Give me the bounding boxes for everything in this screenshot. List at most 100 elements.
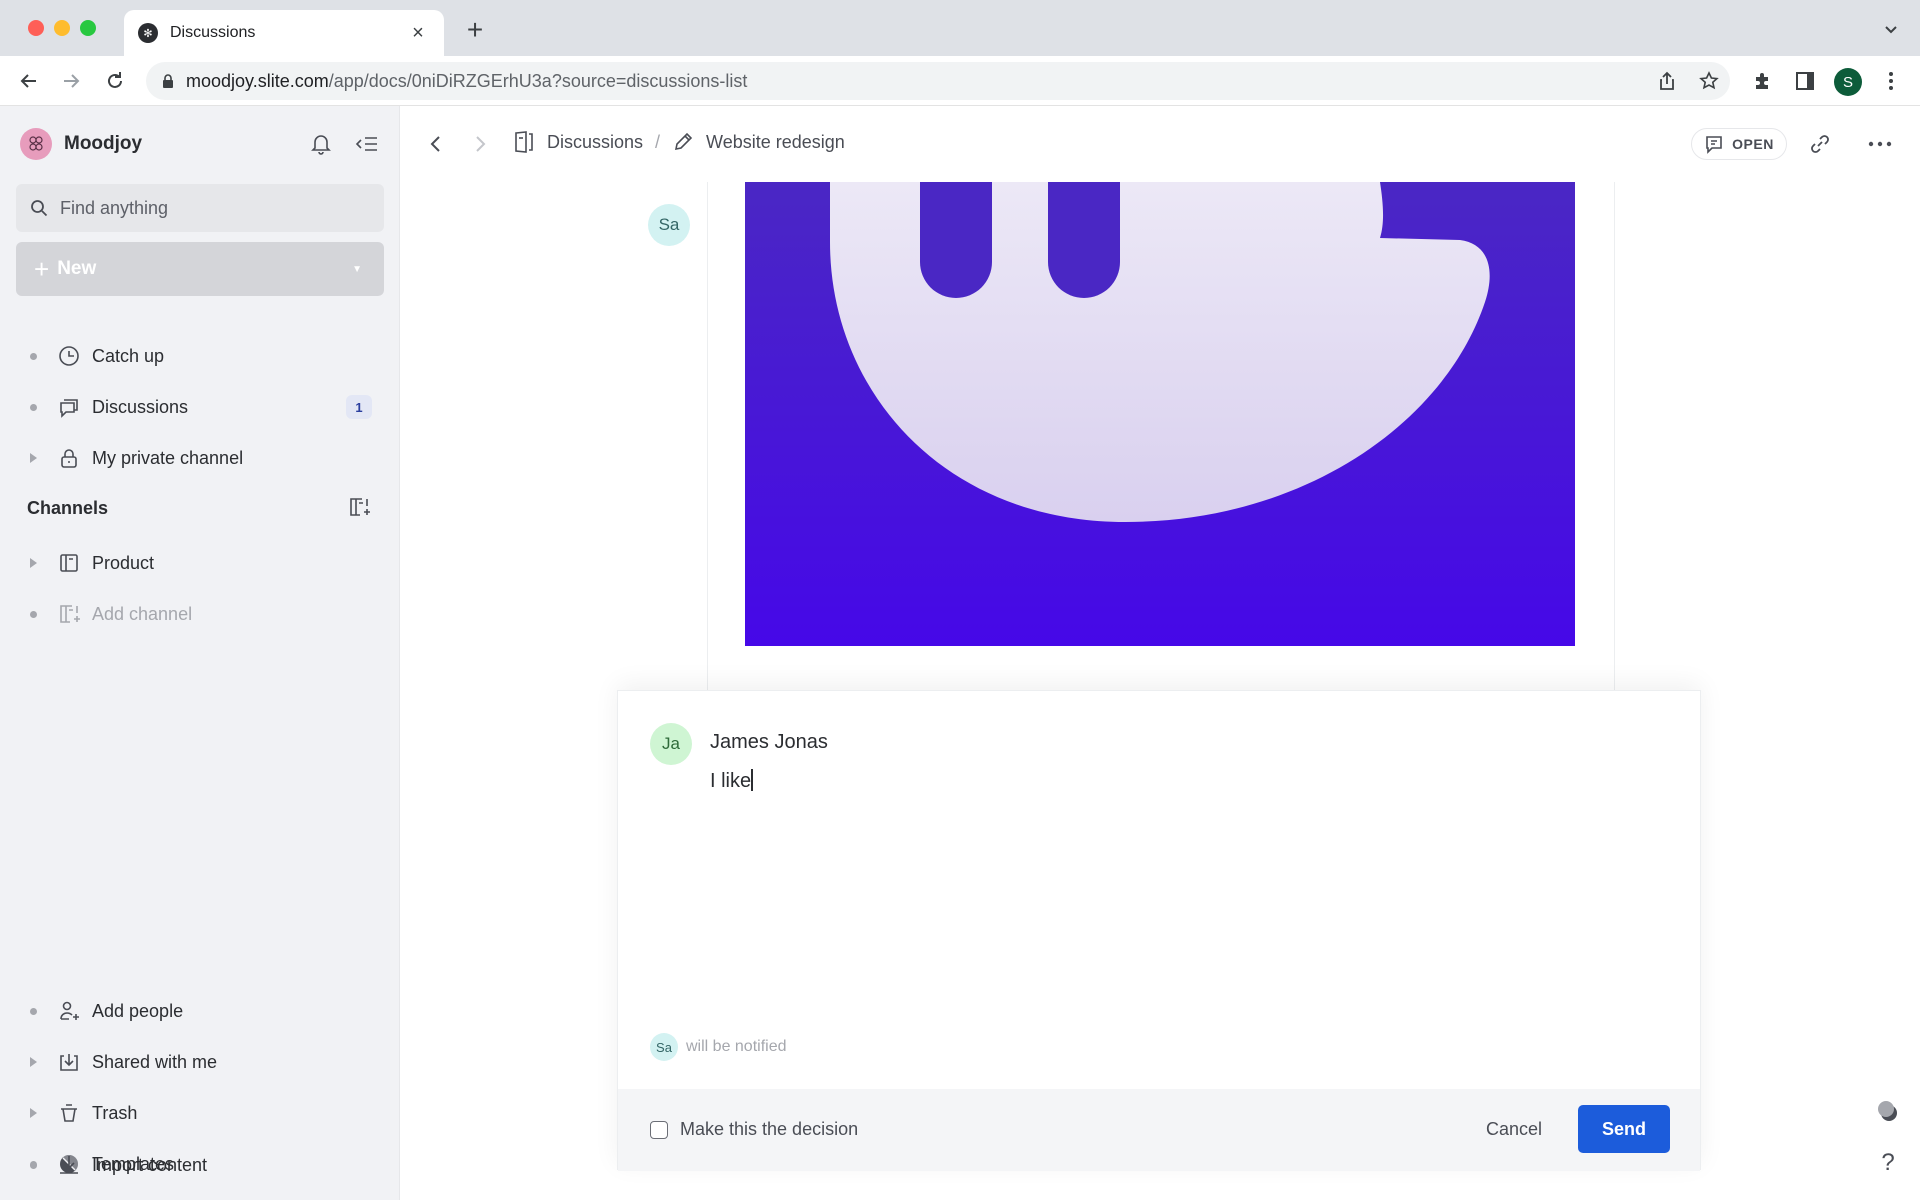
add-channel-icon	[56, 601, 82, 627]
slite-app: Moodjoy Find anything + New ▼ Catch up D…	[0, 106, 1920, 1200]
collapse-sidebar-icon[interactable]	[354, 131, 380, 157]
browser-tab-bar: ✻ Discussions × +	[0, 0, 1920, 56]
sidebar-item-trash[interactable]: Trash	[24, 1093, 380, 1133]
discussions-icon	[56, 394, 82, 420]
workspace-header: Moodjoy	[20, 126, 380, 162]
dropdown-caret-icon[interactable]: ▼	[352, 264, 362, 275]
document-topbar: Discussions / Website redesign OPEN	[401, 106, 1920, 182]
workspace-logo[interactable]	[20, 128, 52, 160]
side-panel-icon[interactable]	[1792, 68, 1818, 94]
lock-icon	[163, 74, 173, 88]
sidebar-item-label: Add people	[92, 1000, 184, 1021]
tab-search-chevron-icon[interactable]	[1882, 20, 1900, 38]
sidebar-item-label: Add channel	[92, 603, 193, 624]
add-person-icon	[56, 998, 82, 1024]
trash-icon	[56, 1100, 82, 1126]
sidebar-item-label: My private channel	[92, 447, 244, 468]
window-minimize-button[interactable]	[54, 20, 70, 36]
url-text: moodjoy.slite.com/app/docs/0niDiRZGErhU3…	[186, 71, 747, 92]
notify-text: will be notified	[686, 1038, 787, 1055]
attached-image[interactable]	[745, 182, 1575, 646]
sidebar-item-label: Trash	[92, 1102, 138, 1123]
bullet-dot	[24, 352, 42, 360]
import-icon	[56, 1152, 82, 1178]
notify-hint: Sa will be notified	[650, 1033, 787, 1061]
browser-tab-discussions[interactable]: ✻ Discussions ×	[124, 10, 444, 56]
pencil-icon	[672, 131, 694, 153]
address-bar[interactable]: moodjoy.slite.com/app/docs/0niDiRZGErhU3…	[146, 62, 1730, 100]
breadcrumb-discussions[interactable]: Discussions	[547, 132, 643, 153]
ghost-logo-illustration	[830, 182, 1490, 522]
send-button[interactable]: Send	[1578, 1105, 1670, 1153]
breadcrumb-current-doc[interactable]: Website redesign	[706, 132, 845, 153]
discussion-status-button[interactable]: OPEN	[1691, 128, 1787, 160]
tab-close-icon[interactable]: ×	[406, 22, 430, 45]
window-close-button[interactable]	[28, 20, 44, 36]
expand-arrow-icon[interactable]	[24, 453, 42, 463]
expand-arrow-icon[interactable]	[24, 558, 42, 568]
sidebar-item-import-content[interactable]: Import content	[24, 1145, 380, 1185]
sidebar-item-label: Product	[92, 552, 155, 573]
poster-avatar: Sa	[648, 204, 690, 246]
sidebar-item-shared-with-me[interactable]: Shared with me	[24, 1042, 380, 1082]
share-icon[interactable]	[1654, 68, 1680, 94]
search-input[interactable]: Find anything	[16, 184, 384, 232]
help-button[interactable]: ?	[1875, 1149, 1901, 1176]
workspace-name[interactable]: Moodjoy	[64, 133, 288, 155]
extensions-puzzle-icon[interactable]	[1750, 68, 1776, 94]
search-placeholder: Find anything	[60, 197, 169, 218]
window-maximize-button[interactable]	[80, 20, 96, 36]
breadcrumb-separator: /	[655, 131, 661, 152]
notified-user-avatar: Sa	[650, 1033, 678, 1061]
clock-icon	[56, 343, 82, 369]
sidebar-item-add-people[interactable]: Add people	[24, 991, 380, 1031]
expand-arrow-icon[interactable]	[24, 1108, 42, 1118]
expand-arrow-icon[interactable]	[24, 1057, 42, 1067]
tab-title: Discussions	[170, 24, 256, 41]
channels-heading: Channels	[27, 498, 109, 518]
browser-back-icon[interactable]	[16, 68, 42, 94]
inbox-download-icon	[56, 1049, 82, 1075]
main-content: Discussions / Website redesign OPEN Sa J…	[401, 106, 1920, 1200]
author-avatar: Ja	[650, 723, 692, 765]
search-icon	[31, 200, 48, 217]
more-options-icon[interactable]	[1867, 131, 1893, 157]
bookmark-star-icon[interactable]	[1696, 68, 1722, 94]
sidebar-channel-product[interactable]: Product	[24, 543, 380, 583]
sidebar: Moodjoy Find anything + New ▼ Catch up D…	[0, 106, 400, 1200]
history-back-icon[interactable]	[423, 131, 449, 157]
bullet-dot	[24, 610, 42, 618]
new-button[interactable]: + New ▼	[16, 242, 384, 296]
cancel-button[interactable]: Cancel	[1486, 1119, 1542, 1140]
slite-favicon-icon: ✻	[138, 23, 158, 43]
add-channel-icon[interactable]	[348, 496, 372, 520]
notifications-bell-icon[interactable]	[308, 131, 334, 157]
url-host: moodjoy.slite.com	[186, 70, 329, 91]
sidebar-item-discussions[interactable]: Discussions 1	[24, 387, 380, 427]
message-text: I like	[710, 770, 752, 792]
bullet-dot	[24, 403, 42, 411]
status-label: OPEN	[1732, 136, 1774, 152]
make-decision-checkbox[interactable]	[650, 1121, 668, 1139]
sidebar-item-catch-up[interactable]: Catch up	[24, 336, 380, 376]
history-forward-icon[interactable]	[467, 131, 493, 157]
composer-body[interactable]: Ja James Jonas I like Sa will be notifie…	[618, 691, 1700, 1089]
sidebar-item-my-private-channel[interactable]: My private channel	[24, 438, 380, 478]
sidebar-item-label: Discussions	[92, 396, 189, 417]
composer-footer: Make this the decision Cancel Send	[618, 1089, 1700, 1171]
reply-composer: Ja James Jonas I like Sa will be notifie…	[617, 690, 1701, 1171]
sidebar-add-channel[interactable]: Add channel	[24, 594, 380, 634]
make-decision-label[interactable]: Make this the decision	[680, 1119, 858, 1140]
copy-link-icon[interactable]	[1807, 131, 1833, 157]
browser-menu-icon[interactable]	[1878, 68, 1904, 94]
breadcrumb: Discussions / Website redesign	[513, 130, 845, 154]
browser-forward-icon[interactable]	[58, 68, 84, 94]
message-input[interactable]: I like	[710, 769, 753, 793]
bullet-dot	[24, 1161, 42, 1169]
browser-reload-icon[interactable]	[102, 68, 128, 94]
author-name: James Jonas	[710, 731, 828, 753]
discussions-doc-icon	[513, 130, 535, 154]
theme-toggle-icon[interactable]	[1875, 1098, 1901, 1124]
new-tab-button[interactable]: +	[460, 16, 490, 44]
profile-avatar[interactable]: S	[1834, 68, 1862, 96]
